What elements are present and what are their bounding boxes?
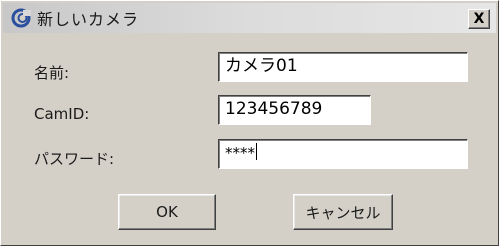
password-label: パスワード: bbox=[34, 150, 115, 168]
password-input[interactable]: **** bbox=[218, 139, 468, 169]
text-caret bbox=[256, 143, 257, 160]
name-input[interactable]: カメラ01 bbox=[218, 52, 468, 82]
name-input-value: カメラ01 bbox=[225, 56, 298, 76]
close-button[interactable]: X bbox=[468, 9, 490, 29]
close-icon: X bbox=[473, 11, 485, 27]
camid-label: CamID: bbox=[34, 105, 90, 123]
password-input-value: **** bbox=[225, 144, 255, 162]
ok-button-label: OK bbox=[156, 203, 178, 221]
title-bar[interactable]: 新しいカメラ X bbox=[3, 3, 496, 33]
new-camera-dialog: 新しいカメラ X 名前: カメラ01 CamID: 123456789 パスワー… bbox=[0, 0, 499, 246]
ok-button[interactable]: OK bbox=[118, 194, 216, 230]
camid-input-value: 123456789 bbox=[225, 99, 323, 119]
dialog-title: 新しいカメラ bbox=[37, 10, 140, 29]
cancel-button-label: キャンセル bbox=[305, 203, 381, 222]
name-label: 名前: bbox=[34, 64, 70, 82]
camid-input[interactable]: 123456789 bbox=[218, 95, 371, 125]
app-camera-icon bbox=[11, 8, 31, 28]
cancel-button[interactable]: キャンセル bbox=[293, 194, 393, 230]
